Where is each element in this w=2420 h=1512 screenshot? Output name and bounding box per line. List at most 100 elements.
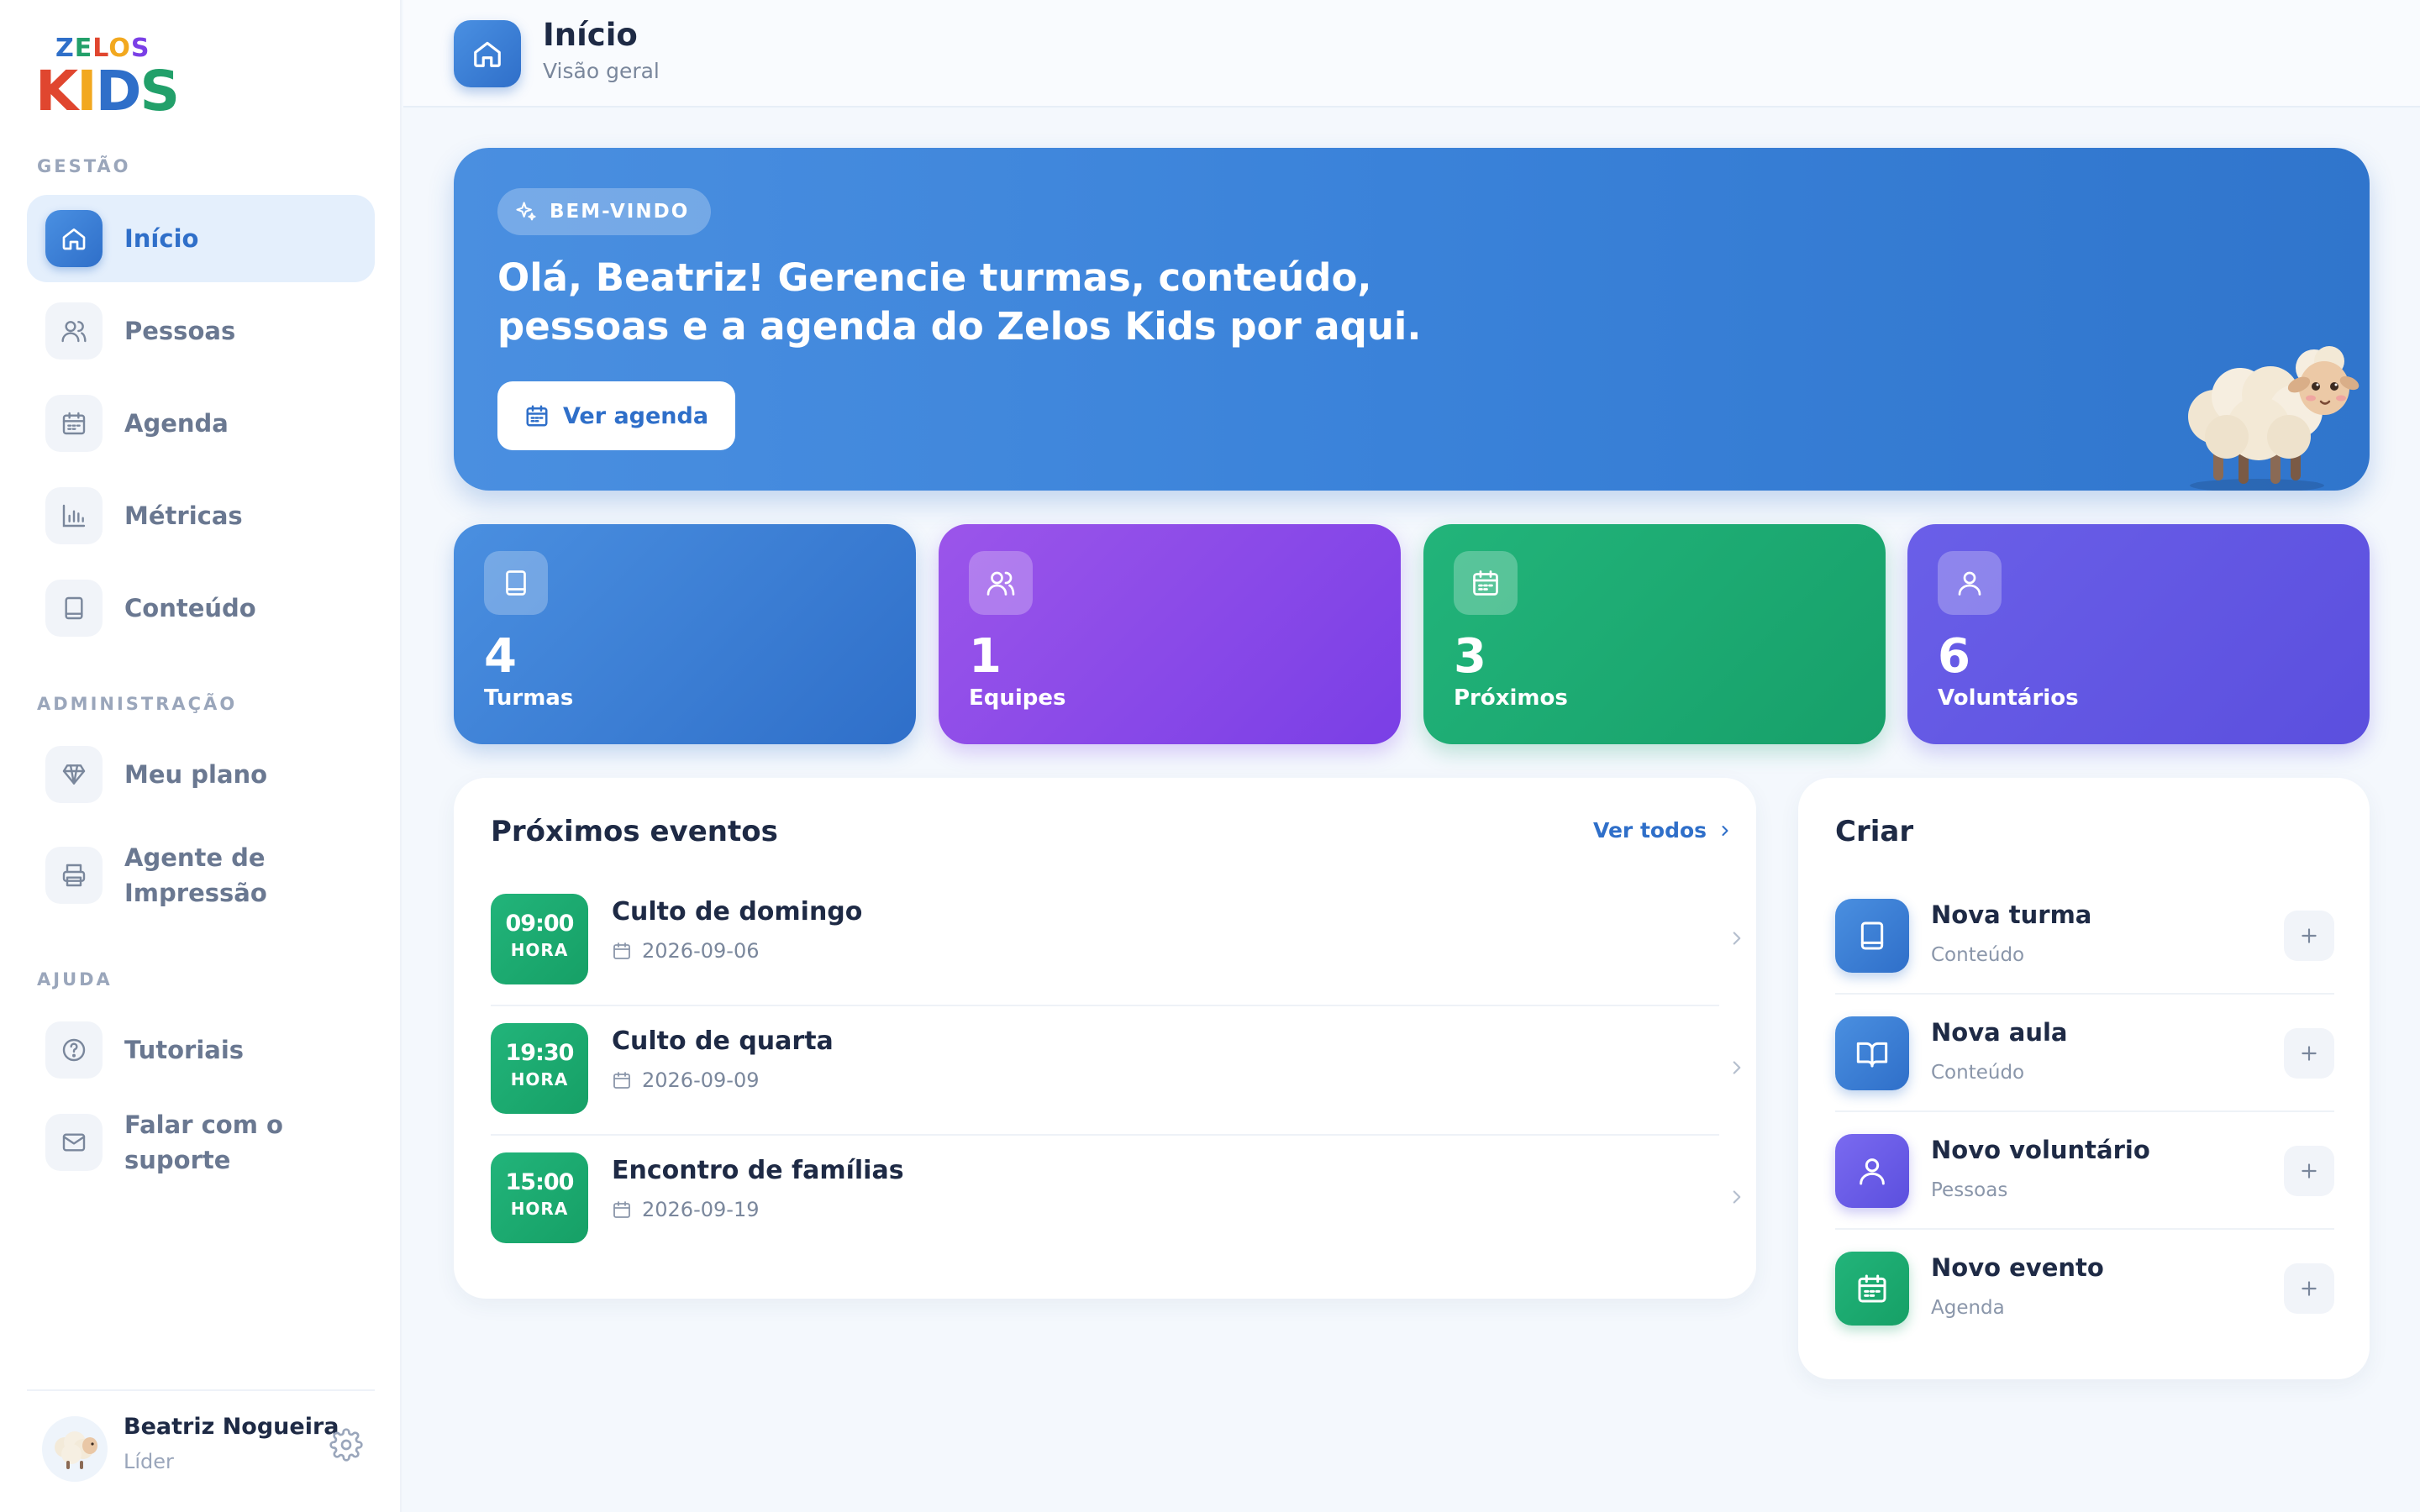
event-row[interactable]: 19:30 HORA Culto de quarta 2026-09-09 bbox=[491, 1006, 1741, 1136]
create-item-subtitle: Conteúdo bbox=[1931, 1062, 2025, 1084]
open-book-icon bbox=[1835, 1016, 1909, 1090]
users-icon bbox=[45, 302, 103, 360]
event-date-value: 2026-09-09 bbox=[642, 1068, 760, 1092]
event-date: 2026-09-19 bbox=[612, 1198, 759, 1221]
upcoming-events-panel: Próximos eventos Ver todos 09:00 HORA Cu… bbox=[454, 778, 1756, 1299]
create-item-title: Nova aula bbox=[1931, 1018, 2068, 1047]
page-title: Início bbox=[543, 17, 638, 53]
stat-value: 1 bbox=[969, 629, 1002, 684]
calendar-icon bbox=[613, 1072, 630, 1089]
create-panel: Criar Nova turma Conteúdo Nova aula Cont… bbox=[1798, 778, 2370, 1379]
section-label-administracao: ADMINISTRAÇÃO bbox=[37, 694, 238, 714]
sidebar-item-pessoas[interactable]: Pessoas bbox=[27, 287, 375, 375]
page-subtitle: Visão geral bbox=[543, 59, 660, 83]
event-time: 19:30 bbox=[505, 1040, 575, 1066]
welcome-badge-label: BEM-VINDO bbox=[550, 201, 690, 223]
event-time: 09:00 bbox=[505, 911, 575, 937]
plus-icon[interactable] bbox=[2284, 1028, 2334, 1079]
stat-card-turmas[interactable]: 4 Turmas bbox=[454, 524, 916, 744]
home-icon bbox=[45, 210, 103, 267]
create-item-subtitle: Agenda bbox=[1931, 1297, 2005, 1319]
stat-label: Equipes bbox=[969, 685, 1066, 711]
event-date: 2026-09-09 bbox=[612, 1068, 759, 1092]
sidebar-item-label: Métricas bbox=[124, 501, 243, 530]
sidebar-item-metricas[interactable]: Métricas bbox=[27, 472, 375, 559]
plus-icon[interactable] bbox=[2284, 911, 2334, 961]
user-icon bbox=[1938, 551, 2002, 615]
event-name: Culto de quarta bbox=[612, 1026, 834, 1056]
logo-line2: KIDS bbox=[35, 59, 180, 123]
create-item-title: Nova turma bbox=[1931, 900, 2092, 929]
zelos-kids-logo[interactable]: ZELOS KIDS bbox=[35, 34, 180, 123]
sparkles-icon bbox=[516, 202, 536, 221]
book-icon bbox=[1835, 899, 1909, 973]
event-time-badge: 19:30 HORA bbox=[491, 1023, 588, 1114]
sheep-illustration bbox=[2165, 324, 2366, 491]
printer-icon bbox=[45, 847, 103, 904]
sidebar-item-label: Agente de Impressão bbox=[124, 843, 267, 907]
plus-icon[interactable] bbox=[2284, 1146, 2334, 1196]
event-time-label: HORA bbox=[510, 940, 569, 960]
events-title: Próximos eventos bbox=[491, 815, 778, 848]
stat-value: 4 bbox=[484, 629, 517, 684]
sidebar-item-tutoriais[interactable]: Tutoriais bbox=[27, 1006, 375, 1094]
bar-chart-icon bbox=[45, 487, 103, 544]
chevron-right-icon bbox=[1733, 1190, 1741, 1204]
sidebar: ZELOS KIDS GESTÃO Início Pessoas Agenda … bbox=[0, 0, 402, 1512]
sidebar-item-label: Tutoriais bbox=[124, 1036, 245, 1064]
view-agenda-button[interactable]: Ver agenda bbox=[497, 381, 736, 450]
user-name: Beatriz Nogueira bbox=[124, 1414, 339, 1440]
sidebar-item-label: Pessoas bbox=[124, 317, 236, 345]
welcome-banner: BEM-VINDO Olá, Beatriz! Gerencie turmas,… bbox=[454, 148, 2370, 491]
stat-value: 6 bbox=[1938, 629, 1970, 684]
calendar-icon bbox=[1454, 551, 1518, 615]
home-icon bbox=[454, 20, 521, 87]
calendar-icon bbox=[613, 942, 630, 959]
calendar-icon bbox=[45, 395, 103, 452]
stat-label: Próximos bbox=[1454, 685, 1568, 711]
event-date: 2026-09-06 bbox=[612, 939, 759, 963]
create-nova-aula[interactable]: Nova aula Conteúdo bbox=[1835, 995, 2334, 1112]
sidebar-item-conteudo[interactable]: Conteúdo bbox=[27, 564, 375, 652]
avatar[interactable] bbox=[42, 1416, 108, 1482]
stat-card-proximos[interactable]: 3 Próximos bbox=[1423, 524, 1886, 744]
event-row[interactable]: 09:00 HORA Culto de domingo 2026-09-06 bbox=[491, 877, 1741, 1006]
sidebar-item-label: Conteúdo bbox=[124, 594, 256, 622]
book-icon bbox=[45, 580, 103, 637]
event-time: 15:00 bbox=[505, 1169, 575, 1195]
plus-icon[interactable] bbox=[2284, 1263, 2334, 1314]
create-novo-voluntario[interactable]: Novo voluntário Pessoas bbox=[1835, 1112, 2334, 1230]
welcome-badge: BEM-VINDO bbox=[497, 188, 712, 235]
event-row[interactable]: 15:00 HORA Encontro de famílias 2026-09-… bbox=[491, 1136, 1741, 1265]
sidebar-item-suporte[interactable]: Falar com o suporte bbox=[27, 1099, 375, 1186]
sidebar-item-inicio[interactable]: Início bbox=[27, 195, 375, 282]
help-circle-icon bbox=[45, 1021, 103, 1079]
welcome-title: Olá, Beatriz! Gerencie turmas, conteúdo,… bbox=[497, 255, 1422, 349]
sidebar-item-label: Falar com o suporte bbox=[124, 1110, 283, 1174]
create-novo-evento[interactable]: Novo evento Agenda bbox=[1835, 1230, 2334, 1347]
sidebar-item-agente-impressao[interactable]: Agente de Impressão bbox=[27, 832, 375, 919]
sidebar-item-agenda[interactable]: Agenda bbox=[27, 380, 375, 467]
stat-card-voluntarios[interactable]: 6 Voluntários bbox=[1907, 524, 2370, 744]
stat-card-equipes[interactable]: 1 Equipes bbox=[939, 524, 1401, 744]
calendar-icon bbox=[613, 1201, 630, 1218]
see-all-link[interactable]: Ver todos bbox=[1593, 818, 1733, 843]
sidebar-divider bbox=[27, 1389, 375, 1391]
diamond-icon bbox=[45, 746, 103, 803]
gear-icon[interactable] bbox=[329, 1428, 363, 1462]
users-icon bbox=[969, 551, 1033, 615]
create-nova-turma[interactable]: Nova turma Conteúdo bbox=[1835, 877, 2334, 995]
stat-value: 3 bbox=[1454, 629, 1486, 684]
sidebar-item-label: Início bbox=[124, 224, 199, 253]
sidebar-item-meu-plano[interactable]: Meu plano bbox=[27, 731, 375, 818]
create-item-title: Novo evento bbox=[1931, 1253, 2104, 1282]
create-title: Criar bbox=[1835, 815, 1914, 848]
user-icon bbox=[1835, 1134, 1909, 1208]
chevron-right-icon bbox=[1733, 932, 1741, 945]
section-label-ajuda: AJUDA bbox=[37, 969, 113, 990]
page-header: Início Visão geral bbox=[403, 0, 2420, 108]
user-role: Líder bbox=[124, 1450, 174, 1473]
event-name: Culto de domingo bbox=[612, 897, 863, 927]
section-label-gestao: GESTÃO bbox=[37, 156, 131, 176]
calendar-icon bbox=[1835, 1252, 1909, 1326]
